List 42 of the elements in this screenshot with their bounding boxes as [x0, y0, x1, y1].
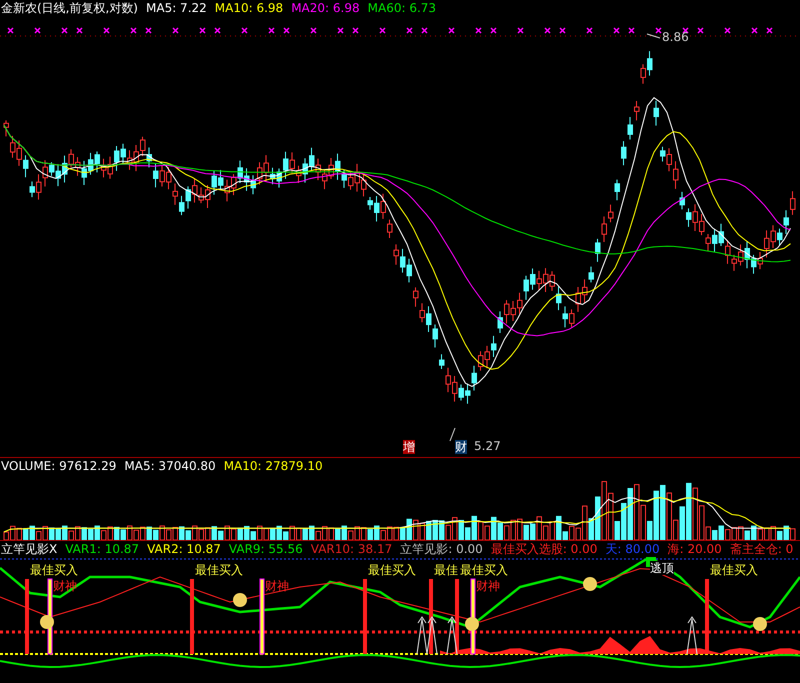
indicator-value: MA5: 7.22 — [146, 1, 207, 15]
arrow-icon — [686, 616, 698, 654]
indicator-value: MA60: 6.73 — [368, 1, 436, 15]
leader-line — [450, 428, 456, 442]
smiley-icon — [233, 593, 247, 607]
smiley-icon — [753, 617, 767, 631]
marker-badge: 增 — [403, 440, 415, 454]
marker-badge: 财 — [455, 440, 467, 454]
signal-indicator-value: VAR1: 10.87 — [65, 542, 140, 556]
smiley-icon — [40, 615, 54, 629]
signal-indicator-value: 立竿见影X — [1, 540, 58, 558]
arrow-icon — [446, 616, 458, 654]
signal-indicator-value: VAR2: 10.87 — [147, 542, 221, 556]
signal-indicator-value: 立竿见影: 0.00 — [400, 540, 483, 558]
signal-indicator-value: VAR9: 55.56 — [228, 542, 303, 556]
volume-indicator-value: MA5: 37040.80 — [124, 459, 216, 473]
signal-indicator-value: 斋主全仓: 0 — [730, 540, 794, 558]
signal-label: 财神 — [476, 579, 500, 593]
signal-indicator-value: VAR10: 38.17 — [310, 542, 392, 556]
arrow-icon — [416, 616, 428, 654]
volume-indicator-value: MA10: 27879.10 — [224, 459, 323, 473]
signal-label: 最佳买入 — [710, 563, 758, 577]
smiley-icon — [465, 617, 479, 631]
stock-title: 金新农(日线,前复权,对数) — [1, 0, 138, 16]
indicator-value: MA10: 6.98 — [214, 1, 284, 15]
leader-line — [646, 34, 660, 38]
signal-indicator-value: 最佳买入选股: 0.00 — [490, 540, 598, 558]
signal-label: 最佳买入 — [368, 563, 416, 577]
indicator-value: MA20: 6.98 — [291, 1, 360, 15]
signal-label: 财神 — [265, 579, 289, 593]
signal-indicator-value: 天: 80.00 — [605, 540, 660, 558]
signal-label: 最佳 — [434, 563, 458, 577]
signal-indicator-value: 海: 20.00 — [668, 540, 722, 558]
signal-label: 最佳买入 — [195, 563, 243, 577]
high-price-label: 8.86 — [662, 30, 689, 44]
signal-label: 最佳买入 — [30, 563, 78, 577]
arrow-icon — [426, 616, 438, 654]
smiley-icon — [583, 577, 597, 591]
volume-indicator-value: VOLUME: 97612.29 — [1, 459, 116, 473]
low-price-label: 5.27 — [474, 439, 501, 453]
signal-label: 逃顶 — [650, 561, 674, 575]
signal-label: 最佳买入 — [460, 563, 508, 577]
